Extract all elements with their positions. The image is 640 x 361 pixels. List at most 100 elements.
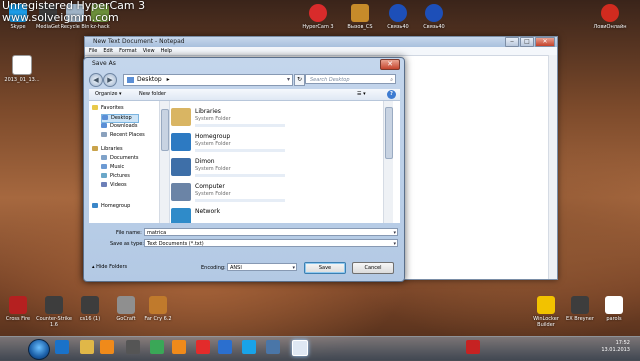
media-player-icon[interactable] bbox=[100, 340, 114, 354]
desktop-folder-icon bbox=[127, 76, 134, 83]
video-file-icon bbox=[12, 55, 32, 75]
item-type: System Folder bbox=[195, 166, 231, 172]
save-button[interactable]: Save bbox=[304, 262, 346, 274]
scroll-thumb[interactable] bbox=[161, 109, 169, 151]
file-list-item[interactable]: Computer System Folder bbox=[170, 180, 370, 206]
item-type: System Folder bbox=[195, 191, 231, 197]
hypercam-icon[interactable] bbox=[466, 340, 480, 354]
skype-icon[interactable] bbox=[242, 340, 256, 354]
refresh-button[interactable]: ↻ bbox=[294, 74, 305, 86]
views-button[interactable]: ☰ ▾ bbox=[357, 89, 366, 100]
item-name: Computer bbox=[195, 183, 225, 190]
save-as-dialog[interactable]: Save As ✕ ◀ ▶ Desktop ▸ ▾ ↻ Search Deskt… bbox=[83, 57, 405, 282]
item-highlight-bar bbox=[195, 124, 285, 127]
explorer-icon[interactable] bbox=[80, 340, 94, 354]
back-button[interactable]: ◀ bbox=[89, 73, 103, 87]
chevron-down-icon[interactable]: ▾ bbox=[287, 75, 290, 85]
maximize-button[interactable]: □ bbox=[520, 37, 534, 47]
nav-item-label: Desktop bbox=[111, 115, 132, 121]
desktop-icon-video-file[interactable]: 2013_01_13... bbox=[0, 55, 44, 83]
minimize-button[interactable]: ‒ bbox=[505, 37, 519, 47]
notepad-titlebar[interactable]: New Text Document - Notepad bbox=[85, 37, 557, 47]
chevron-down-icon[interactable]: ▾ bbox=[393, 240, 396, 248]
dialog-close-button[interactable]: ✕ bbox=[380, 59, 400, 70]
item-name: Libraries bbox=[195, 108, 221, 115]
start-button[interactable] bbox=[28, 339, 50, 360]
search-icon[interactable]: ⌕ bbox=[390, 75, 393, 85]
file-list-scrollbar[interactable] bbox=[383, 101, 393, 223]
mail-icon[interactable] bbox=[218, 340, 232, 354]
desktop-icon[interactable]: HyperCam 3 bbox=[296, 4, 340, 30]
yandex-icon[interactable] bbox=[196, 340, 210, 354]
desktop-icon[interactable]: Связь40 bbox=[412, 4, 456, 30]
menu-item-file[interactable]: File bbox=[89, 48, 97, 54]
close-button[interactable]: ✕ bbox=[535, 37, 555, 47]
app-icon bbox=[81, 296, 99, 314]
nav-item-label: Documents bbox=[110, 155, 139, 161]
file-name-value: matrica bbox=[147, 230, 167, 236]
chevron-down-icon[interactable]: ▾ bbox=[292, 264, 295, 272]
notepad-scrollbar[interactable] bbox=[548, 55, 557, 279]
odnoklassniki-icon[interactable] bbox=[172, 340, 186, 354]
camera-icon[interactable] bbox=[126, 340, 140, 354]
navigation-pane: Favorites Desktop Downloads Recent Places Li… bbox=[89, 101, 170, 223]
nav-item-pictures[interactable]: Pictures bbox=[101, 173, 130, 180]
desktop-icon[interactable]: ЛовиОнлайн bbox=[588, 4, 632, 30]
vkontakte-icon[interactable] bbox=[266, 340, 280, 354]
system-tray-clock[interactable]: 17:52 13.01.2013 bbox=[601, 340, 630, 354]
address-arrow-icon[interactable]: ▸ bbox=[167, 76, 170, 83]
forward-button[interactable]: ▶ bbox=[103, 73, 117, 87]
folder-icon bbox=[171, 133, 191, 151]
dialog-title: Save As bbox=[92, 60, 116, 67]
desktop-icon[interactable]: parols bbox=[592, 296, 636, 322]
item-type: System Folder bbox=[195, 116, 231, 122]
watermark-line2: www.solveigmm.com bbox=[2, 11, 119, 24]
ie-icon[interactable] bbox=[55, 340, 69, 354]
nav-item-recent-places[interactable]: Recent Places bbox=[101, 132, 145, 139]
search-input[interactable]: Search Desktop ⌕ bbox=[305, 74, 396, 84]
folder-icon bbox=[171, 158, 191, 176]
file-list-item[interactable]: Dimon System Folder bbox=[170, 155, 370, 181]
menu-item-format[interactable]: Format bbox=[119, 48, 137, 54]
nav-item-libraries[interactable]: Libraries bbox=[92, 146, 123, 153]
encoding-select[interactable]: ANSI ▾ bbox=[227, 263, 297, 271]
navigation-scrollbar[interactable] bbox=[159, 101, 169, 223]
app-icon bbox=[117, 296, 135, 314]
desktop-icon-label: ЛовиОнлайн bbox=[593, 24, 627, 30]
desktop-icon[interactable]: Far Cry 6.2 bbox=[136, 296, 180, 322]
nav-item-homegroup[interactable]: Homegroup bbox=[92, 203, 130, 210]
file-list-item[interactable]: Network bbox=[170, 205, 370, 223]
desktop-icon-label: parols bbox=[606, 316, 622, 322]
new-folder-button[interactable]: New folder bbox=[139, 89, 166, 100]
cancel-button[interactable]: Cancel bbox=[352, 262, 394, 274]
menu-item-view[interactable]: View bbox=[143, 48, 155, 54]
nav-item-music[interactable]: Music bbox=[101, 164, 124, 171]
folder-icon bbox=[92, 146, 98, 151]
notepad-icon[interactable] bbox=[292, 340, 308, 356]
file-name-field[interactable]: matrica ▾ bbox=[144, 228, 398, 236]
chrome-icon[interactable] bbox=[150, 340, 164, 354]
scroll-thumb[interactable] bbox=[385, 107, 393, 159]
nav-item-documents[interactable]: Documents bbox=[101, 155, 139, 162]
save-as-type-select[interactable]: Text Documents (*.txt) ▾ bbox=[144, 239, 398, 247]
file-name-label: File name: bbox=[116, 230, 142, 236]
menu-item-edit[interactable]: Edit bbox=[103, 48, 113, 54]
nav-item-favorites[interactable]: Favorites bbox=[92, 105, 124, 112]
help-icon[interactable]: ? bbox=[387, 90, 396, 99]
save-as-type-label: Save as type: bbox=[110, 241, 144, 247]
file-list-item[interactable]: Homegroup System Folder bbox=[170, 130, 370, 156]
dialog-toolbar: Organize ▾ New folder ☰ ▾ ? bbox=[89, 89, 400, 101]
menu-item-help[interactable]: Help bbox=[161, 48, 172, 54]
file-list-item[interactable]: Libraries System Folder bbox=[170, 105, 370, 131]
nav-item-downloads[interactable]: Downloads bbox=[101, 123, 137, 130]
nav-item-videos[interactable]: Videos bbox=[101, 182, 127, 189]
item-highlight-bar bbox=[195, 199, 285, 202]
hide-folders-toggle[interactable]: ▴ Hide Folders bbox=[92, 264, 127, 270]
organize-button[interactable]: Organize ▾ bbox=[95, 89, 122, 100]
app-icon bbox=[9, 296, 27, 314]
address-bar[interactable]: Desktop ▸ ▾ bbox=[123, 74, 293, 86]
app-icon bbox=[389, 4, 407, 22]
nav-item-desktop[interactable]: Desktop bbox=[101, 114, 139, 123]
encoding-value: ANSI bbox=[230, 265, 242, 271]
chevron-down-icon[interactable]: ▾ bbox=[393, 229, 396, 237]
